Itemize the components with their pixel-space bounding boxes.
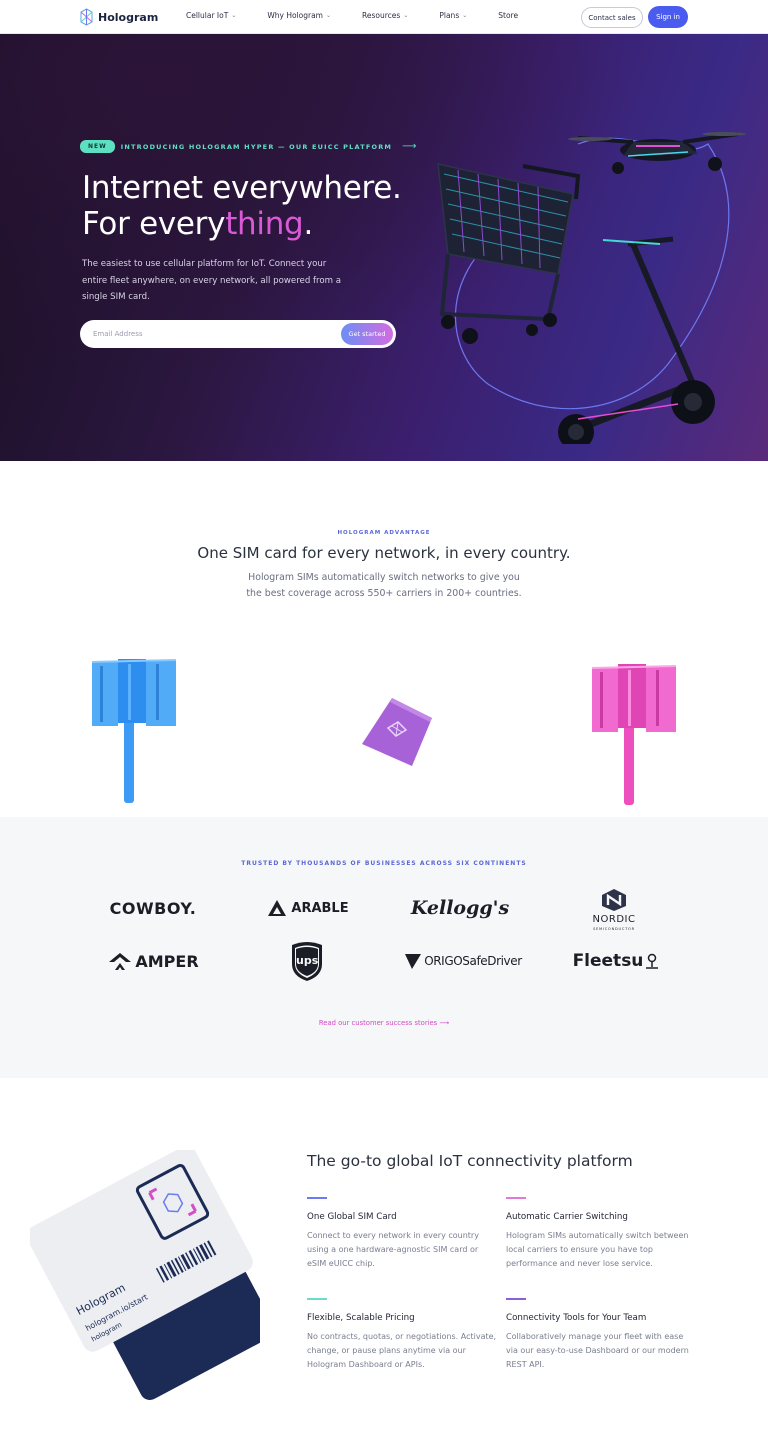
top-nav: Hologram Cellular IoT ⌄ Why Hologram ⌄ Res…: [0, 0, 768, 34]
headline-period: .: [303, 206, 313, 242]
hero-section: NEW INTRODUCING HOLOGRAM HYPER — OUR EUI…: [0, 34, 768, 461]
cell-tower-pink-image: [591, 664, 677, 805]
main-menu: Cellular IoT ⌄ Why Hologram ⌄ Resources ⌄ P…: [186, 11, 549, 20]
feature-title: One Global SIM Card: [307, 1211, 397, 1222]
headline-line-2: For everything.: [82, 206, 402, 242]
menu-item-label: Plans: [439, 11, 460, 20]
logo-text: Kellogg's: [410, 897, 510, 919]
hero-illustration: [437, 132, 746, 444]
logo-text: ups: [296, 954, 319, 967]
feature-carrier-switching: Automatic Carrier Switching Hologram SIM…: [506, 1197, 696, 1271]
signup-form: Get started: [80, 320, 396, 348]
chevron-down-icon: ⌄: [325, 12, 332, 19]
announcement-text: INTRODUCING HOLOGRAM HYPER — OUR EUICC P…: [120, 142, 393, 151]
feature-accent-bar: [307, 1298, 327, 1300]
feature-connectivity-tools: Connectivity Tools for Your Team Collabo…: [506, 1298, 696, 1372]
menu-item-label: Resources: [362, 11, 401, 20]
advantage-title: One SIM card for every network, in every…: [197, 544, 571, 562]
feature-scalable-pricing: Flexible, Scalable Pricing No contracts,…: [307, 1298, 497, 1372]
origo-mark-icon: [405, 954, 422, 969]
feature-description: Connect to every network in every countr…: [307, 1230, 479, 1268]
feature-accent-bar: [506, 1197, 526, 1199]
subtitle-line: the best coverage across 550+ carriers i…: [246, 588, 522, 599]
menu-item-cellular-iot[interactable]: Cellular IoT ⌄: [186, 11, 236, 20]
menu-item-label: Store: [498, 11, 519, 20]
feature-title: Connectivity Tools for Your Team: [506, 1312, 647, 1323]
arable-mark-icon: [268, 900, 287, 916]
menu-item-label: Cellular IoT: [186, 11, 229, 20]
platform-title: The go-to global IoT connectivity platfo…: [307, 1152, 633, 1170]
get-started-button[interactable]: Get started: [341, 323, 393, 345]
menu-item-resources[interactable]: Resources ⌄: [362, 11, 408, 20]
menu-item-store[interactable]: Store: [498, 11, 518, 20]
headline-text: For every: [82, 206, 226, 242]
chevron-down-icon: ⌄: [231, 12, 237, 19]
contact-sales-button[interactable]: Contact sales: [581, 7, 643, 28]
sim-card-chip-image: [362, 698, 432, 766]
trusted-section: TRUSTED BY THOUSANDS OF BUSINESSES ACROS…: [0, 817, 768, 1078]
hologram-sim-card-image: Hologram hologram.io/start hologram: [30, 1150, 260, 1400]
chevron-down-icon: ⌄: [403, 12, 409, 19]
logo-text: Fleetsu: [572, 951, 644, 971]
feature-title: Automatic Carrier Switching: [506, 1211, 628, 1222]
feature-description: No contracts, quotas, or negotiations. A…: [307, 1331, 497, 1369]
feature-accent-bar: [307, 1197, 327, 1199]
headline-line-1: Internet everywhere.: [82, 170, 402, 206]
logo-text: NORDIC: [592, 913, 636, 925]
menu-item-label: Why Hologram: [267, 11, 323, 20]
logo-subtext: SEMICONDUCTOR: [593, 926, 635, 931]
cell-tower-blue-image: [91, 659, 177, 803]
arable-logo: ARABLE: [262, 897, 354, 919]
menu-item-why-hologram[interactable]: Why Hologram ⌄: [267, 11, 331, 20]
scooter-image: [558, 236, 715, 444]
advantage-subtitle: Hologram SIMs automatically switch netwo…: [0, 570, 768, 602]
ups-logo: ups: [287, 939, 327, 983]
brand-logo[interactable]: Hologram: [80, 8, 158, 26]
feature-accent-bar: [506, 1298, 526, 1300]
sign-in-button[interactable]: Sign in: [648, 6, 688, 28]
customer-stories-link[interactable]: Read our customer success stories ⟶: [0, 1019, 768, 1027]
fleetsu-logo: Fleetsu: [568, 949, 664, 973]
email-input[interactable]: [93, 330, 333, 338]
chevron-down-icon: ⌄: [462, 12, 468, 19]
feature-global-sim: One Global SIM Card Connect to every net…: [307, 1197, 497, 1271]
arrow-right-icon: ⟶: [402, 141, 417, 152]
hologram-logo-icon: [80, 8, 93, 26]
feature-description: Hologram SIMs automatically switch betwe…: [506, 1230, 689, 1268]
feature-title: Flexible, Scalable Pricing: [307, 1312, 415, 1323]
new-badge: NEW: [80, 140, 115, 153]
logo-text: AMPER: [135, 951, 199, 971]
nordic-mark-icon: [602, 888, 626, 911]
hero-lead: The easiest to use cellular platform for…: [82, 259, 342, 302]
origo-safedriver-logo: ORIGOSafeDriver: [400, 950, 526, 972]
shopping-cart-image: [437, 163, 581, 344]
logo-text: ORIGOSafeDriver: [424, 954, 522, 968]
announcement-link[interactable]: NEW INTRODUCING HOLOGRAM HYPER — OUR EUI…: [80, 140, 416, 153]
amper-mark-icon: [109, 953, 132, 970]
nordic-logo: NORDIC SEMICONDUCTOR: [580, 885, 648, 933]
cowboy-logo: COWBOY.: [98, 897, 208, 919]
amper-logo: AMPER: [98, 949, 210, 973]
menu-item-plans[interactable]: Plans ⌄: [439, 11, 467, 20]
advantage-label: HOLOGRAM ADVANTAGE: [337, 530, 431, 536]
subtitle-line: Hologram SIMs automatically switch netwo…: [248, 572, 520, 583]
brand-name: Hologram: [98, 10, 159, 24]
drone-image: [568, 132, 746, 174]
trusted-label: TRUSTED BY THOUSANDS OF BUSINESSES ACROS…: [241, 860, 527, 867]
hero-headline: Internet everywhere. For everything.: [82, 170, 402, 242]
location-pin-icon: [646, 953, 659, 969]
headline-accent: thing: [225, 206, 304, 242]
logo-text: COWBOY.: [109, 898, 197, 918]
kelloggs-logo: Kellogg's: [410, 895, 510, 921]
feature-description: Collaboratively manage your fleet with e…: [506, 1331, 689, 1369]
logo-text: ARABLE: [291, 900, 349, 916]
